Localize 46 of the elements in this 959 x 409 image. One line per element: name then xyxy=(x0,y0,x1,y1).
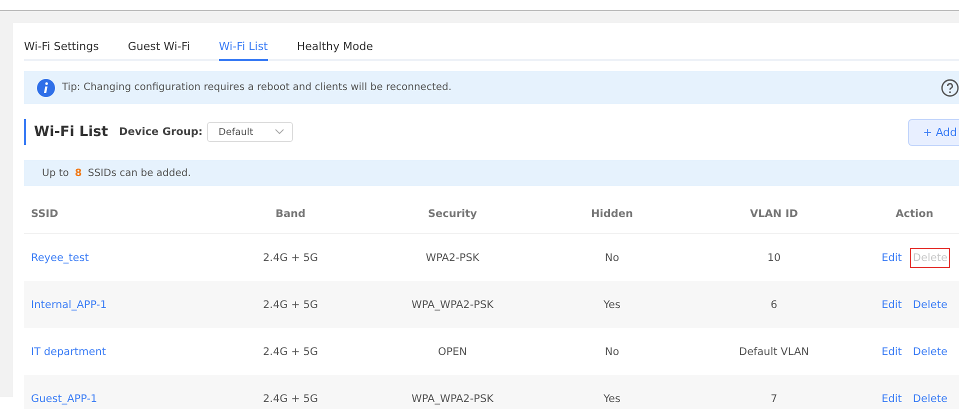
table-cell: 2.4G + 5G xyxy=(262,392,318,404)
column-header: Band xyxy=(275,208,306,220)
table-cell: Yes xyxy=(604,392,620,404)
table-cell: 7 xyxy=(770,392,778,404)
table-cell: Yes xyxy=(604,298,620,310)
tab[interactable]: Healthy Mode xyxy=(296,40,373,61)
ssid-link[interactable]: Reyee_test xyxy=(31,252,89,264)
ssid-link[interactable]: Internal_APP-1 xyxy=(31,298,107,310)
table-cell: 2.4G + 5G xyxy=(262,346,318,358)
action-link[interactable]: Delete xyxy=(910,342,950,360)
table-cell: 10 xyxy=(767,252,781,264)
action-link[interactable]: Edit xyxy=(880,390,904,408)
limit-note: Up to 8 SSIDs can be added. xyxy=(24,160,959,186)
table-cell: WPA2-PSK xyxy=(426,252,480,264)
table-cell: No xyxy=(604,346,620,358)
chevron-icon xyxy=(274,129,284,135)
device-group-dropdown[interactable]: Default xyxy=(206,122,293,142)
ssid-link[interactable]: Guest_APP-1 xyxy=(31,392,98,404)
table-cell: WPA_WPA2-PSK xyxy=(411,298,494,310)
table-cell: WPA_WPA2-PSK xyxy=(411,392,494,404)
table-cell: OPEN xyxy=(438,346,468,358)
column-header: VLAN ID xyxy=(750,208,798,220)
table-cell: 2.4G + 5G xyxy=(262,252,318,264)
table-cell: Default VLAN xyxy=(738,346,809,358)
device-group-label: Device Group: xyxy=(119,126,203,138)
table-cell: 6 xyxy=(770,298,778,310)
tab[interactable]: Wi-Fi Settings xyxy=(24,40,99,61)
help-icon[interactable] xyxy=(941,78,959,96)
tip-text: Tip: Changing configuration requires a reboot and clients will be reconnected. xyxy=(62,82,453,93)
section-title: Wi-Fi List xyxy=(34,124,108,140)
tab[interactable]: Guest Wi-Fi xyxy=(128,40,190,61)
action-link[interactable]: Delete xyxy=(910,296,950,314)
add-button[interactable]: + Add xyxy=(908,118,959,146)
action-link[interactable]: Edit xyxy=(880,296,904,314)
info-icon xyxy=(37,78,55,96)
action-link[interactable]: Edit xyxy=(880,248,904,266)
table-cell: 2.4G + 5G xyxy=(262,298,318,310)
action-link[interactable]: Edit xyxy=(880,342,904,360)
column-header: Action xyxy=(896,208,934,220)
action-link[interactable]: Delete xyxy=(910,390,950,408)
table-cell: No xyxy=(604,252,620,264)
column-header: Security xyxy=(428,208,478,220)
ssid-link[interactable]: IT department xyxy=(31,346,106,358)
column-header: SSID xyxy=(31,208,58,220)
column-header: Hidden xyxy=(590,208,633,220)
tab[interactable]: Wi-Fi List xyxy=(218,40,268,61)
